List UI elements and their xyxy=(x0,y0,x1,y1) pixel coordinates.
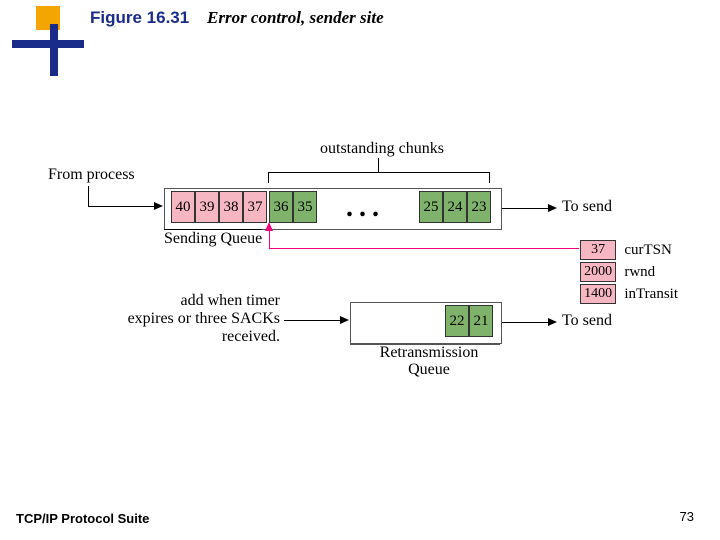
feedback-line xyxy=(269,248,579,249)
state-label: rwnd xyxy=(618,262,678,282)
state-value: 1400 xyxy=(580,284,616,304)
chunk-pending: 37 xyxy=(243,191,267,223)
chunk-pending: 38 xyxy=(219,191,243,223)
arrow-head-icon xyxy=(340,316,349,324)
chunk-retrans: 21 xyxy=(469,305,493,337)
chunk-outstanding: 25 xyxy=(419,191,443,223)
footer-text: TCP/IP Protocol Suite xyxy=(16,511,149,526)
arrow-segment xyxy=(502,208,548,209)
chunk-outstanding: 35 xyxy=(293,191,317,223)
label-from-process: From process xyxy=(48,166,135,184)
state-table: 37curTSN 2000rwnd 1400inTransit xyxy=(578,238,680,306)
chunk-pending: 39 xyxy=(195,191,219,223)
label-to-send: To send xyxy=(562,198,612,216)
arrow-segment xyxy=(88,186,89,206)
arrow-segment xyxy=(284,320,340,321)
slide-logo xyxy=(12,6,84,76)
ellipsis-icon: ... xyxy=(346,192,385,224)
arrow-head-icon xyxy=(548,318,557,326)
state-label: inTransit xyxy=(618,284,678,304)
feedback-line xyxy=(269,230,270,248)
chunk-outstanding: 24 xyxy=(443,191,467,223)
page-number: 73 xyxy=(680,509,694,524)
label-to-send: To send xyxy=(562,312,612,330)
diagram: From process outstanding chunks 40 39 38… xyxy=(40,130,680,430)
label-outstanding: outstanding chunks xyxy=(320,140,444,158)
chunk-pending: 40 xyxy=(171,191,195,223)
label-retrans-note: add when timer expires or three SACKs re… xyxy=(100,292,280,346)
arrow-segment xyxy=(88,206,154,207)
chunk-retrans: 22 xyxy=(445,305,469,337)
arrow-head-icon xyxy=(265,222,273,231)
chunk-outstanding: 36 xyxy=(269,191,293,223)
retransmission-queue: 22 21 xyxy=(350,302,502,344)
label-retrans-queue: Retransmission Queue xyxy=(374,344,484,378)
figure-number: Figure 16.31 xyxy=(90,8,189,28)
arrow-head-icon xyxy=(154,202,163,210)
state-label: curTSN xyxy=(618,240,678,260)
state-value: 37 xyxy=(580,240,616,260)
bracket-stem xyxy=(378,158,379,172)
chunk-outstanding: 23 xyxy=(467,191,491,223)
state-value: 2000 xyxy=(580,262,616,282)
arrow-segment xyxy=(502,322,548,323)
bracket-outstanding xyxy=(268,172,490,183)
label-sending-queue: Sending Queue xyxy=(164,230,262,248)
arrow-head-icon xyxy=(548,204,557,212)
figure-title: Error control, sender site xyxy=(207,8,384,28)
sending-queue: 40 39 38 37 36 35 25 24 23 xyxy=(164,188,502,230)
underline xyxy=(350,344,500,345)
